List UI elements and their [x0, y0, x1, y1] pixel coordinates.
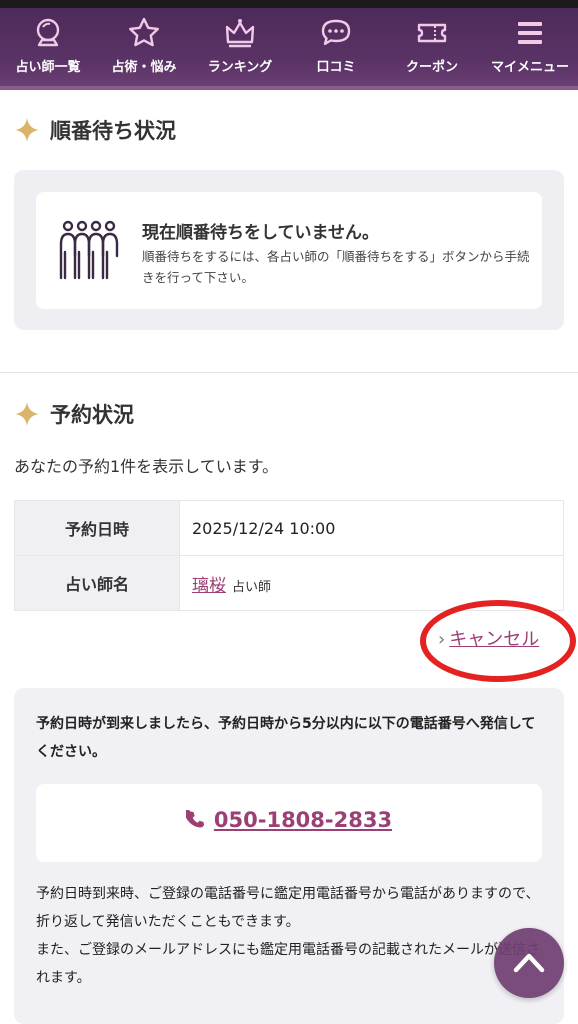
nav-item-coupons[interactable]: クーポン [384, 16, 480, 80]
queue-status-box: 現在順番待ちをしていません。 順番待ちをするには、各占い師の「順番待ちをする」ボ… [14, 170, 564, 330]
nav-item-ranking[interactable]: ランキング [192, 16, 288, 80]
queue-description: 順番待ちをするには、各占い師の「順番待ちをする」ボタンから手続きを行って下さい。 [142, 249, 530, 285]
top-navigation: 占い師一覧 占術・悩み ランキング 口コミ クーポン マイメニュー [0, 8, 578, 90]
nav-item-reviews[interactable]: 口コミ [288, 16, 384, 80]
datetime-label: 予約日時 [14, 500, 180, 556]
phone-number: 050-1808-2833 [213, 808, 393, 832]
chevron-up-icon [513, 953, 545, 973]
phone-icon [185, 810, 204, 828]
people-queue-icon [59, 220, 119, 280]
sparkle-star-icon [15, 118, 39, 142]
queue-headline: 現在順番待ちをしていません。 [142, 223, 379, 243]
queue-section-title: 順番待ち状況 [14, 114, 176, 146]
queue-title: 順番待ち状況 [50, 119, 176, 143]
fortune-teller-link[interactable]: 璃桜 [192, 576, 226, 596]
crystal-ball-icon [36, 18, 60, 47]
reservation-section-title: 予約状況 [14, 398, 134, 430]
chat-bubble-icon [321, 19, 351, 46]
status-strip [0, 0, 578, 8]
fortune-teller-label: 占い師名 [14, 555, 180, 611]
queue-status-card: 現在順番待ちをしていません。 順番待ちをするには、各占い師の「順番待ちをする」ボ… [36, 192, 542, 309]
reservation-summary: あなたの予約1件を表示しています。 [14, 457, 279, 476]
nav-label: 占術・悩み [111, 60, 177, 75]
nav-item-divination-concerns[interactable]: 占術・悩み [96, 16, 192, 80]
table-row: 予約日時 2025/12/24 10:00 [14, 500, 564, 556]
ticket-icon [417, 23, 447, 43]
star-icon [129, 17, 159, 47]
nav-label: 口コミ [316, 60, 356, 75]
nav-label: ランキング [207, 60, 273, 75]
cancel-label: キャンセル [449, 629, 540, 650]
nav-label: 占い師一覧 [15, 60, 81, 75]
call-note-2: また、ご登録のメールアドレスにも鑑定用電話番号の記載されたメールが送信されます。 [36, 942, 540, 986]
nav-label: マイメニュー [490, 60, 569, 75]
reservation-table: 予約日時 2025/12/24 10:00 占い師名 璃桜 占い師 [14, 500, 564, 611]
nav-item-fortune-tellers[interactable]: 占い師一覧 [0, 16, 96, 80]
phone-card: 050-1808-2833 [36, 784, 542, 862]
call-instructions-box: 予約日時が到来しましたら、予約日時から5分以内に以下の電話番号へ発信してください… [14, 688, 564, 1024]
nav-item-my-menu[interactable]: マイメニュー [482, 16, 578, 80]
crown-icon [225, 19, 255, 48]
phone-number-link[interactable]: 050-1808-2833 [185, 808, 393, 832]
sparkle-star-icon [15, 402, 39, 426]
call-note-1: 予約日時到来時、ご登録の電話番号に鑑定用電話番号から電話がありますので、折り返し… [36, 886, 540, 930]
cancel-link[interactable]: › キャンセル [438, 625, 539, 651]
scroll-to-top-button[interactable] [494, 928, 564, 998]
call-note: 予約日時到来時、ご登録の電話番号に鑑定用電話番号から電話がありますので、折り返し… [36, 880, 546, 992]
chevron-right-icon: › [438, 629, 446, 650]
fortune-teller-role: 占い師 [232, 579, 272, 595]
cancel-annotation: › キャンセル [420, 600, 578, 684]
section-divider [0, 372, 578, 373]
reservation-title: 予約状況 [50, 403, 134, 427]
nav-label: クーポン [405, 60, 458, 75]
datetime-value: 2025/12/24 10:00 [179, 500, 564, 556]
call-lead-text: 予約日時が到来しましたら、予約日時から5分以内に以下の電話番号へ発信してください… [36, 716, 536, 760]
menu-icon [518, 22, 542, 44]
